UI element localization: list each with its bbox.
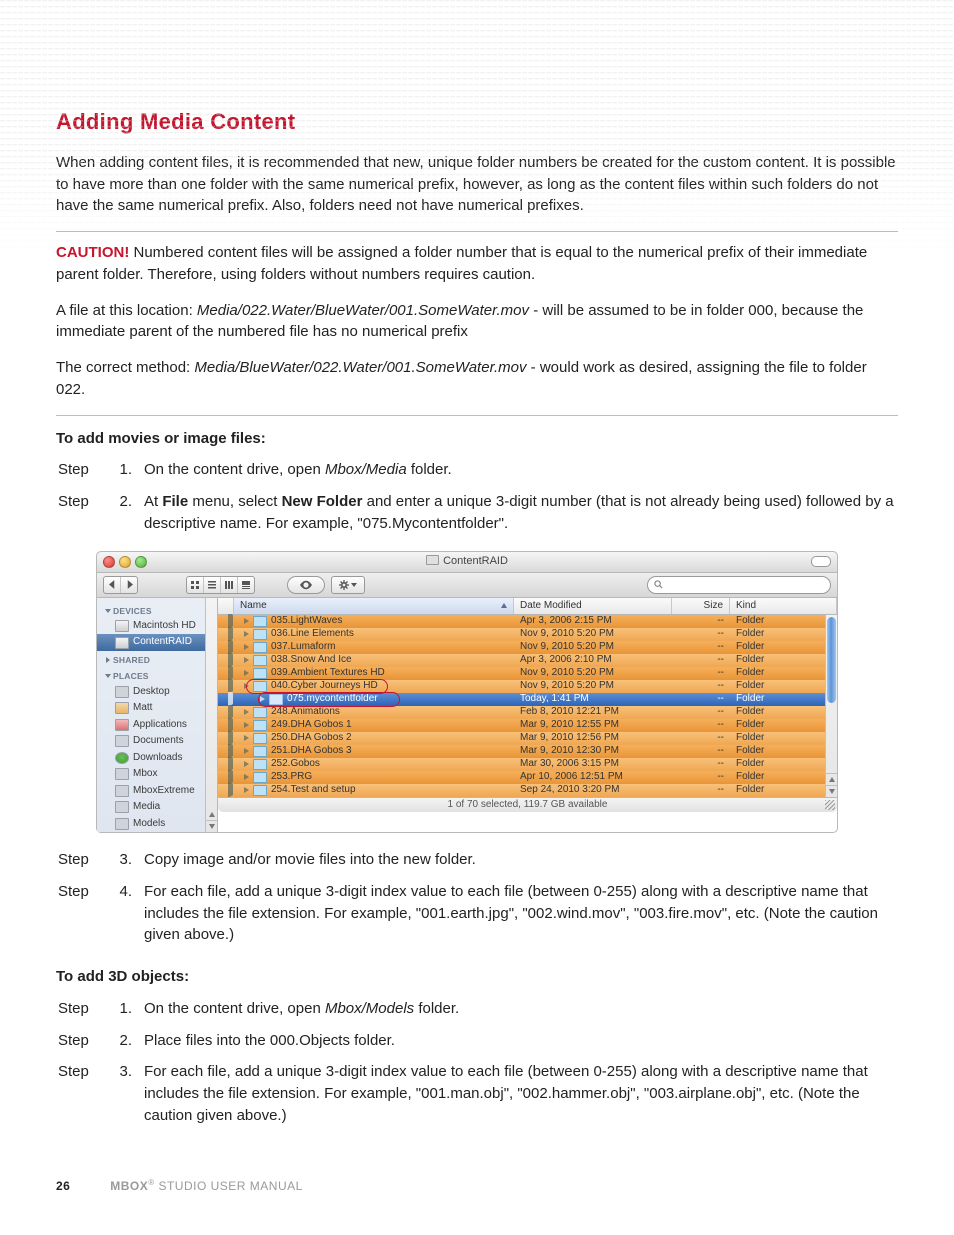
intro-paragraph: When adding content files, it is recomme… [56, 152, 898, 217]
folder-icon [115, 752, 129, 764]
page-number: 26 [56, 1179, 70, 1193]
sidebar-item[interactable]: Downloads [97, 750, 217, 767]
table-row[interactable]: 252.GobosMar 30, 2006 3:15 PM--Folder [218, 758, 826, 771]
folder-icon [115, 719, 129, 731]
folder-icon [115, 735, 129, 747]
icon-view-icon[interactable] [187, 577, 204, 593]
back-icon[interactable] [104, 577, 121, 593]
folder-icon [253, 668, 267, 679]
finder-sidebar: DEVICES Macintosh HD ContentRAID SHARED … [97, 598, 218, 832]
sort-asc-icon [501, 603, 507, 608]
table-row[interactable]: 254.Test and setupSep 24, 2010 3:20 PM--… [218, 784, 826, 797]
table-row[interactable]: 040.Cyber Journeys HDNov 9, 2010 5:20 PM… [218, 680, 826, 693]
folder-icon [253, 655, 267, 666]
folder-icon [253, 681, 267, 692]
table-row[interactable]: 036.Line ElementsNov 9, 2010 5:20 PM--Fo… [218, 628, 826, 641]
caution-paragraph: CAUTION! Numbered content files will be … [56, 242, 898, 286]
search-icon [654, 580, 663, 589]
chevron-down-icon [351, 583, 357, 587]
sidebar-item[interactable]: Applications [97, 717, 217, 734]
caution-label: CAUTION! [56, 244, 129, 261]
finder-titlebar: ContentRAID [97, 552, 837, 573]
folder-icon [253, 642, 267, 653]
folder-icon [253, 785, 267, 796]
folder-icon [115, 702, 129, 714]
sidebar-item[interactable]: Models [97, 816, 217, 833]
divider [56, 231, 898, 232]
page-title: Adding Media Content [56, 106, 898, 138]
howto-heading-2: To add 3D objects: [56, 966, 898, 988]
folder-icon [253, 733, 267, 744]
sidebar-item[interactable]: MboxExtreme [97, 783, 217, 800]
drive-icon [115, 637, 129, 649]
drive-icon [115, 620, 129, 632]
sidebar-item[interactable]: Desktop [97, 684, 217, 701]
main-scrollbar[interactable] [825, 615, 837, 797]
folder-icon [115, 768, 129, 780]
column-date[interactable]: Date Modified [514, 598, 672, 614]
resize-handle-icon[interactable] [825, 800, 835, 810]
table-row[interactable]: 035.LightWavesApr 3, 2006 2:15 PM--Folde… [218, 615, 826, 628]
sidebar-item[interactable]: Media [97, 799, 217, 816]
folder-icon [115, 686, 129, 698]
sidebar-item[interactable]: Documents [97, 733, 217, 750]
folder-icon [253, 629, 267, 640]
column-size[interactable]: Size [672, 598, 730, 614]
folder-icon [253, 746, 267, 757]
column-view-icon[interactable] [221, 577, 238, 593]
example-1: A file at this location: Media/022.Water… [56, 300, 898, 344]
action-button[interactable] [331, 576, 365, 594]
howto-heading-1: To add movies or image files: [56, 428, 898, 450]
sidebar-item[interactable]: Matt [97, 700, 217, 717]
steps-list-2: Step1.On the content drive, open Mbox/Mo… [56, 996, 898, 1135]
finder-toolbar [97, 573, 837, 598]
example-2: The correct method: Media/BlueWater/022.… [56, 357, 898, 401]
column-headers: Name Date Modified Size Kind [218, 598, 837, 615]
folder-icon [253, 759, 267, 770]
sidebar-scrollbar[interactable] [205, 598, 217, 832]
quicklook-button[interactable] [287, 576, 325, 594]
folder-icon [115, 785, 129, 797]
table-row[interactable]: 038.Snow And IceApr 3, 2006 2:10 PM--Fol… [218, 654, 826, 667]
table-row[interactable]: 253.PRGApr 10, 2006 12:51 PM--Folder [218, 771, 826, 784]
steps-list-1: Step1.On the content drive, open Mbox/Me… [56, 457, 898, 542]
folder-icon [115, 818, 129, 830]
sidebar-item-macintosh-hd[interactable]: Macintosh HD [97, 618, 217, 635]
search-input[interactable] [647, 576, 831, 594]
sidebar-item[interactable]: Mbox [97, 766, 217, 783]
page-footer: 26 MBOX® STUDIO USER MANUAL [56, 1177, 303, 1195]
sidebar-group-places[interactable]: PLACES [97, 667, 217, 683]
table-row[interactable]: 075.mycontentfolderToday, 1:41 PM--Folde… [218, 693, 826, 706]
coverflow-view-icon[interactable] [238, 577, 254, 593]
table-row[interactable]: 250.DHA Gobos 2Mar 9, 2010 12:56 PM--Fol… [218, 732, 826, 745]
view-buttons[interactable] [186, 576, 255, 594]
folder-icon [115, 801, 129, 813]
finder-window: ContentRAID DEVICES Macintosh HD Content… [96, 551, 838, 833]
table-row[interactable]: 248.AnimationsFeb 8, 2010 12:21 PM--Fold… [218, 706, 826, 719]
column-kind[interactable]: Kind [730, 598, 837, 614]
nav-buttons[interactable] [103, 576, 138, 594]
table-row[interactable]: 037.LumaformNov 9, 2010 5:20 PM--Folder [218, 641, 826, 654]
status-bar: 1 of 70 selected, 119.7 GB available [218, 797, 837, 812]
list-view-icon[interactable] [204, 577, 221, 593]
steps-list-1-cont: Step3.Copy image and/or movie files into… [56, 847, 898, 954]
table-row[interactable]: 249.DHA Gobos 1Mar 9, 2010 12:55 PM--Fol… [218, 719, 826, 732]
sidebar-group-devices[interactable]: DEVICES [97, 602, 217, 618]
folder-icon [253, 720, 267, 731]
divider [56, 415, 898, 416]
sidebar-group-shared[interactable]: SHARED [97, 651, 217, 667]
folder-icon [253, 772, 267, 783]
folder-icon [426, 555, 439, 565]
folder-icon [269, 694, 283, 705]
folder-icon [253, 707, 267, 718]
window-title: ContentRAID [443, 555, 508, 567]
table-row[interactable]: 251.DHA Gobos 3Mar 9, 2010 12:30 PM--Fol… [218, 745, 826, 758]
column-name[interactable]: Name [234, 598, 514, 614]
forward-icon[interactable] [121, 577, 137, 593]
finder-main: Name Date Modified Size Kind 035.LightWa… [218, 598, 837, 832]
sidebar-item-contentraid[interactable]: ContentRAID [97, 634, 217, 651]
table-row[interactable]: 039.Ambient Textures HDNov 9, 2010 5:20 … [218, 667, 826, 680]
folder-icon [253, 616, 267, 627]
toolbar-toggle-button[interactable] [811, 556, 831, 567]
